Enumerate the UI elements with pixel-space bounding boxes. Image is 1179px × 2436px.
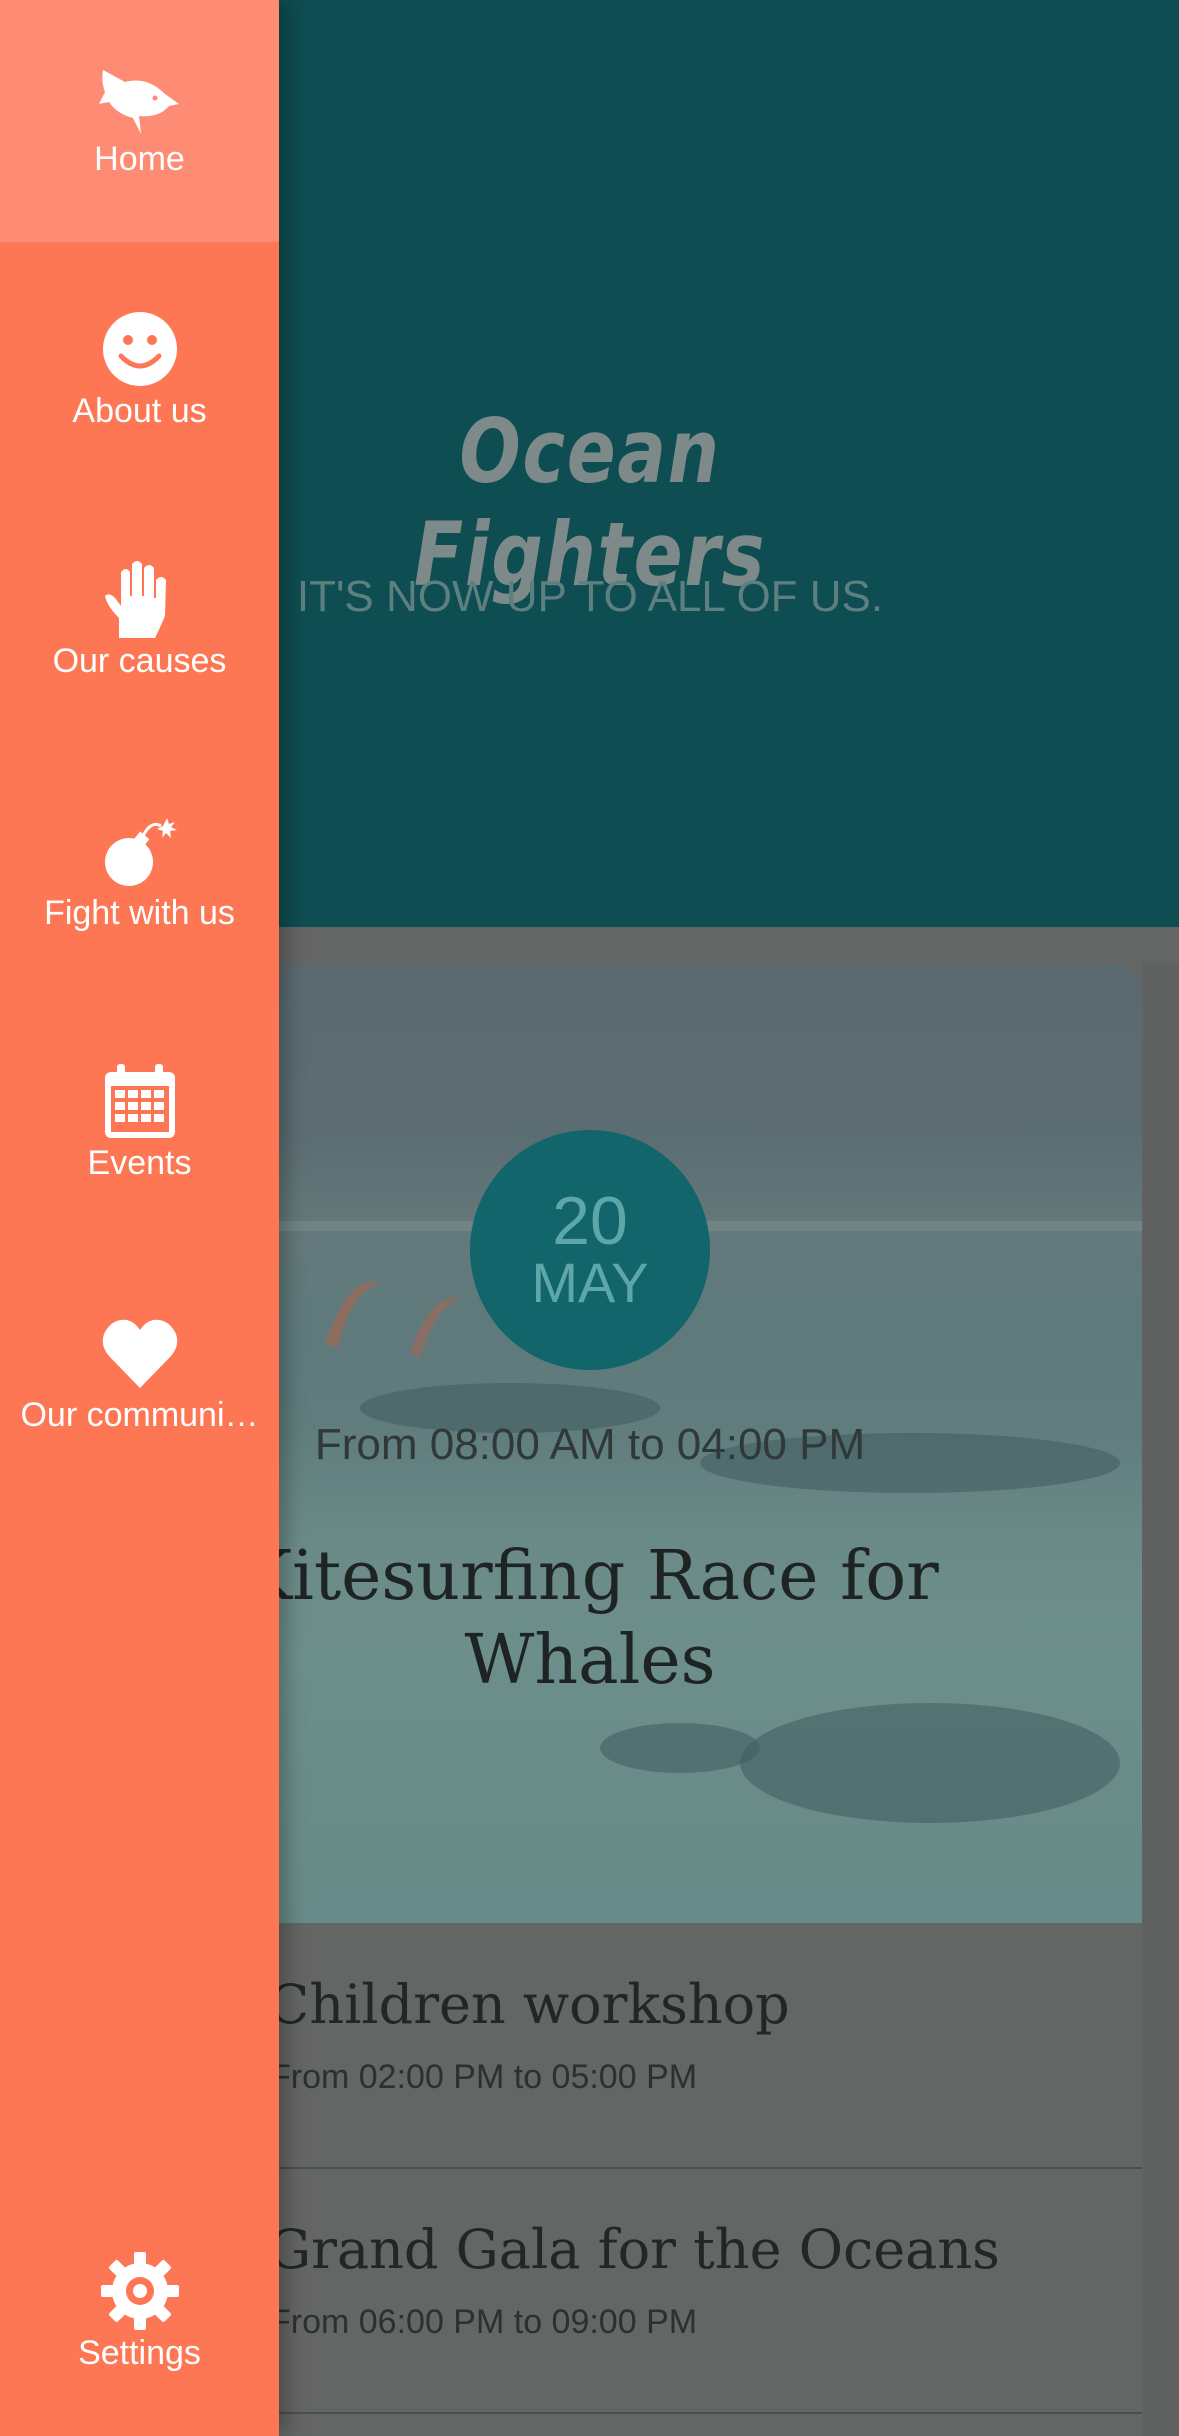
event-list-item[interactable]: Grand Gala for the Oceans From 06:00 PM … xyxy=(180,2170,1179,2415)
featured-event-title[interactable]: Kitesurfing Race for Whales xyxy=(200,1535,980,1703)
shark-icon xyxy=(99,70,179,134)
side-drawer: Home About us Our causes Fight with us E… xyxy=(0,0,279,2436)
heart-icon xyxy=(102,1319,178,1388)
nav-label-about: About us xyxy=(72,392,207,430)
nav-label-events: Events xyxy=(87,1144,192,1182)
nav-label-causes: Our causes xyxy=(52,642,227,680)
event-date-badge: 20 MAY xyxy=(470,1130,710,1370)
divider xyxy=(270,2412,1179,2414)
sea-shade xyxy=(600,1723,760,1773)
nav-label-home: Home xyxy=(94,140,185,178)
event-month: MAY xyxy=(531,1251,649,1314)
nav-label-fight: Fight with us xyxy=(44,894,235,932)
event-list-item[interactable]: Children workshop From 02:00 PM to 05:00… xyxy=(180,1925,1179,2170)
calendar-icon xyxy=(105,1064,175,1138)
smiley-icon xyxy=(103,312,177,386)
sea-shade xyxy=(740,1703,1120,1823)
app-subtitle: IT'S NOW UP TO ALL OF US. xyxy=(296,572,884,621)
nav-item-community[interactable]: Our communi… xyxy=(0,1256,279,1498)
kite-icon xyxy=(325,1281,460,1358)
featured-event-time: From 08:00 AM to 04:00 PM xyxy=(314,1420,866,1469)
nav-item-settings[interactable]: Settings xyxy=(0,2194,279,2436)
nav-item-events[interactable]: Events xyxy=(0,1004,279,1246)
hand-icon xyxy=(105,561,166,638)
nav-item-fight[interactable]: Fight with us xyxy=(0,754,279,996)
event-day: 20 xyxy=(552,1183,628,1259)
event-list-time: From 06:00 PM to 09:00 PM xyxy=(270,2303,698,2341)
nav-label-settings: Settings xyxy=(78,2334,201,2372)
bomb-icon xyxy=(105,818,177,886)
gear-icon xyxy=(101,2252,179,2330)
event-list-title: Grand Gala for the Oceans xyxy=(268,2218,1000,2281)
nav-item-causes[interactable]: Our causes xyxy=(0,502,279,744)
nav-item-home[interactable]: Home xyxy=(0,0,279,242)
event-list-title: Children workshop xyxy=(268,1973,790,2036)
nav-label-community: Our communi… xyxy=(20,1396,259,1434)
nav-item-about[interactable]: About us xyxy=(0,252,279,494)
event-list-time: From 02:00 PM to 05:00 PM xyxy=(270,2058,698,2096)
divider xyxy=(270,2167,1179,2169)
page-edge-shadow xyxy=(1142,963,1179,2436)
